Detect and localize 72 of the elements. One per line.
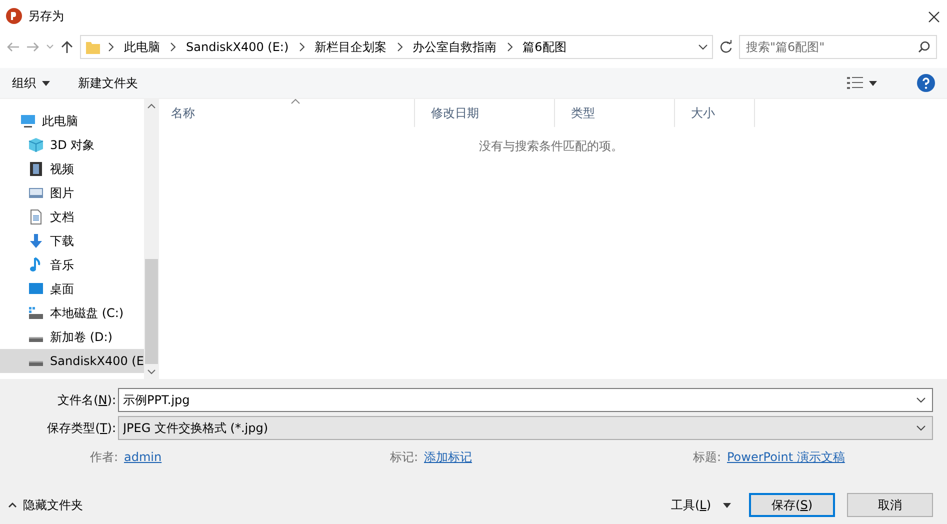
breadcrumb-item[interactable]: 新栏目企划案 bbox=[312, 38, 390, 56]
column-header[interactable]: 修改日期 bbox=[415, 99, 555, 127]
view-button[interactable] bbox=[847, 76, 877, 90]
empty-message: 没有与搜索条件匹配的项。 bbox=[478, 138, 624, 155]
meta-label: 标题: bbox=[692, 449, 721, 466]
chevron-up-icon bbox=[8, 502, 17, 508]
scrollbar[interactable] bbox=[144, 99, 159, 379]
meta-label: 作者: bbox=[88, 449, 118, 466]
meta-value[interactable]: PowerPoint 演示文稿 bbox=[721, 448, 921, 466]
desktop-icon bbox=[28, 281, 44, 297]
sidebar-item[interactable]: 音乐 bbox=[0, 253, 144, 277]
doc-icon bbox=[28, 209, 44, 225]
address-bar[interactable]: 此电脑 SandiskX400 (E:) 新栏目企划案 办公室自救指南 篇6配图 bbox=[80, 35, 713, 59]
system-drive-icon bbox=[28, 305, 44, 321]
cube-icon bbox=[28, 137, 44, 153]
drive-icon bbox=[29, 360, 43, 366]
filename-field[interactable]: 示例PPT.jpg bbox=[118, 388, 933, 412]
caret-icon bbox=[42, 80, 50, 86]
hide-folders-button[interactable]: 隐藏文件夹 bbox=[8, 496, 83, 514]
search-field[interactable]: 搜索"篇6配图" bbox=[739, 35, 937, 59]
sidebar-item[interactable]: 3D 对象 bbox=[0, 133, 144, 157]
new-folder-button[interactable]: 新建文件夹 bbox=[78, 74, 138, 92]
app-icon bbox=[6, 8, 22, 24]
dropdown-icon bbox=[916, 397, 926, 403]
help-icon[interactable] bbox=[917, 74, 935, 92]
dropdown-icon[interactable] bbox=[698, 43, 708, 51]
window-title: 另存为 bbox=[28, 8, 64, 25]
refresh-icon[interactable] bbox=[719, 40, 733, 54]
dropdown-icon bbox=[916, 425, 926, 431]
field-label: 保存类型(T): bbox=[46, 420, 117, 437]
image-icon bbox=[28, 185, 44, 201]
organize-button[interactable]: 组织 bbox=[12, 74, 50, 92]
close-icon bbox=[927, 10, 941, 24]
sidebar-item[interactable]: 图片 bbox=[0, 181, 144, 205]
breadcrumb-item[interactable]: 此电脑 bbox=[121, 38, 163, 56]
breadcrumb-item[interactable]: SandiskX400 (E:) bbox=[183, 38, 292, 56]
chevron-icon bbox=[298, 42, 306, 52]
sidebar-item[interactable]: 此电脑 bbox=[0, 109, 144, 133]
breadcrumb-item[interactable]: 篇6配图 bbox=[520, 38, 570, 56]
search-icon bbox=[918, 41, 930, 53]
field-label: 文件名(N): bbox=[56, 392, 117, 409]
sidebar-item[interactable]: 文档 bbox=[0, 205, 144, 229]
pc-icon bbox=[20, 113, 36, 129]
chevron-icon bbox=[107, 42, 115, 52]
tools-button[interactable]: 工具(L) bbox=[670, 496, 731, 514]
column-header[interactable]: 类型 bbox=[555, 99, 675, 127]
download-icon bbox=[28, 233, 44, 249]
save-button[interactable]: 保存(S) bbox=[749, 493, 835, 517]
sort-icon bbox=[291, 99, 300, 104]
up-icon[interactable] bbox=[60, 40, 74, 54]
chevron-icon bbox=[506, 42, 514, 52]
column-header[interactable]: 大小 bbox=[675, 99, 755, 127]
meta-label: 标记: bbox=[388, 449, 418, 466]
sidebar-item[interactable]: 新加卷 (D:) bbox=[0, 325, 144, 349]
sidebar-item[interactable]: SandiskX400 (E bbox=[0, 349, 144, 373]
sidebar-item[interactable]: 本地磁盘 (C:) bbox=[0, 301, 144, 325]
view-list-icon bbox=[847, 76, 863, 90]
cancel-button[interactable]: 取消 bbox=[847, 493, 933, 517]
chevron-icon bbox=[396, 42, 404, 52]
breadcrumb-item[interactable]: 办公室自救指南 bbox=[410, 38, 500, 56]
sidebar-item[interactable]: 桌面 bbox=[0, 277, 144, 301]
sidebar-item[interactable]: 视频 bbox=[0, 157, 144, 181]
meta-value[interactable]: 添加标记 bbox=[418, 448, 506, 466]
film-icon bbox=[28, 161, 44, 177]
drive-icon bbox=[29, 336, 43, 342]
caret-icon bbox=[723, 502, 731, 508]
sidebar-item[interactable]: 下载 bbox=[0, 229, 144, 253]
chevron-icon bbox=[169, 42, 177, 52]
meta-value[interactable]: admin bbox=[118, 448, 198, 466]
caret-icon bbox=[869, 80, 877, 86]
folder-icon bbox=[85, 39, 101, 55]
column-header[interactable]: 名称 bbox=[155, 99, 415, 127]
